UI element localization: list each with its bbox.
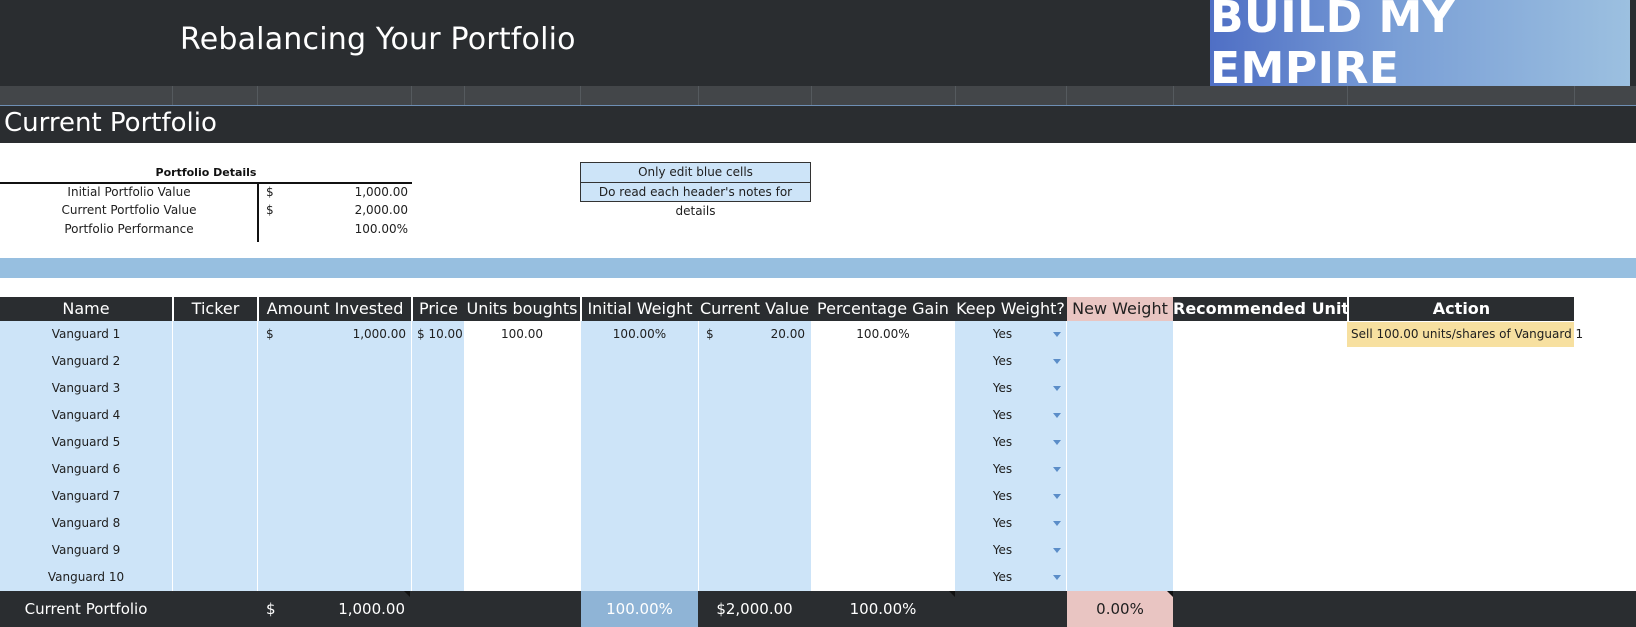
cell-initial-weight[interactable]: 100.00% (581, 321, 698, 348)
details-label: Portfolio Performance (64, 222, 194, 236)
keep-weight-dropdown[interactable]: Yes (955, 375, 1050, 402)
header-price[interactable]: Price (413, 297, 464, 321)
cell-name[interactable]: Vanguard 1 (0, 321, 172, 348)
header-initial-weight[interactable]: Initial Weight (582, 297, 698, 321)
dropdown-arrow-icon[interactable] (1053, 386, 1061, 391)
details-row[interactable]: Portfolio Performance 100.00% (0, 222, 412, 241)
header-recommended-units[interactable]: Recommended Units (1173, 297, 1347, 321)
cell-current-value-currency[interactable]: $ (706, 321, 714, 348)
details-currency: $ (266, 185, 274, 199)
details-value: 2,000.00 (354, 203, 408, 217)
total-percentage-gain: 100.00% (849, 600, 917, 618)
details-value: 1,000.00 (354, 185, 408, 199)
dropdown-arrow-icon[interactable] (1053, 494, 1061, 499)
editable-column-weight-value (581, 321, 811, 591)
editable-column-amount-price (258, 321, 464, 591)
header-new-weight[interactable]: New Weight (1067, 297, 1173, 321)
dropdown-arrow-icon[interactable] (1053, 575, 1061, 580)
keep-weight-dropdown[interactable]: Yes (955, 348, 1050, 375)
details-value: 100.00% (354, 222, 408, 236)
page-title: Rebalancing Your Portfolio (180, 22, 576, 57)
cell-amount-currency[interactable]: $ (266, 321, 274, 348)
instruction-line: Only edit blue cells (638, 165, 753, 179)
keep-weight-dropdown[interactable]: Yes (955, 510, 1050, 537)
instruction-line: Do read each header's notes for details (598, 185, 793, 218)
dropdown-arrow-icon[interactable] (1053, 521, 1061, 526)
cell-current-value[interactable]: 20.00 (720, 321, 805, 348)
cell-name[interactable]: Vanguard 3 (0, 375, 172, 402)
section-title: Current Portfolio (4, 108, 217, 138)
divider-strip (0, 258, 1636, 278)
cell-name[interactable]: Vanguard 4 (0, 402, 172, 429)
cell-percentage-gain[interactable]: 100.00% (811, 321, 955, 348)
keep-weight-dropdown[interactable]: Yes (955, 537, 1050, 564)
dropdown-arrow-icon[interactable] (1053, 548, 1061, 553)
keep-weight-dropdown[interactable]: Yes (955, 564, 1050, 591)
total-current-value: $2,000.00 (716, 600, 793, 618)
dropdown-arrow-icon[interactable] (1053, 467, 1061, 472)
cell-name[interactable]: Vanguard 10 (0, 564, 172, 591)
cell-name[interactable]: Vanguard 6 (0, 456, 172, 483)
header-percentage-gain[interactable]: Percentage Gain (811, 297, 955, 321)
cell-action[interactable]: Sell 100.00 units/shares of Vanguard 1 (1347, 322, 1583, 347)
total-amount-invested: 1,000.00 (338, 600, 405, 618)
header-units-bought[interactable]: Units boughts (464, 297, 580, 321)
dropdown-arrow-icon[interactable] (1053, 359, 1061, 364)
keep-weight-dropdown[interactable]: Yes (955, 456, 1050, 483)
dropdown-arrow-icon[interactable] (1053, 332, 1061, 337)
header-name[interactable]: Name (0, 297, 172, 321)
header-amount-invested[interactable]: Amount Invested (259, 297, 411, 321)
details-row[interactable]: Initial Portfolio Value $ 1,000.00 (0, 185, 412, 204)
cell-name[interactable]: Vanguard 2 (0, 348, 172, 375)
details-label: Current Portfolio Value (61, 203, 197, 217)
portfolio-details-table: Initial Portfolio Value $ 1,000.00 Curre… (0, 182, 412, 242)
total-new-weight: 0.00% (1096, 600, 1144, 618)
section-header-bar (0, 105, 1636, 143)
keep-weight-dropdown[interactable]: Yes (955, 483, 1050, 510)
details-label: Initial Portfolio Value (67, 185, 191, 199)
cell-name[interactable]: Vanguard 5 (0, 429, 172, 456)
cell-price[interactable]: $ 10.00 (417, 321, 463, 348)
details-currency: $ (266, 203, 274, 217)
header-current-value[interactable]: Current Value (698, 297, 811, 321)
dropdown-arrow-icon[interactable] (1053, 440, 1061, 445)
cell-name[interactable]: Vanguard 9 (0, 537, 172, 564)
keep-weight-dropdown[interactable]: Yes (955, 402, 1050, 429)
header-ticker[interactable]: Ticker (174, 297, 257, 321)
total-label: Current Portfolio (24, 600, 148, 618)
keep-weight-dropdown[interactable]: Yes (955, 321, 1050, 348)
details-row[interactable]: Current Portfolio Value $ 2,000.00 (0, 203, 412, 222)
total-amount-currency: $ (266, 600, 276, 618)
dropdown-arrow-icon[interactable] (1053, 413, 1061, 418)
spacer-row (0, 86, 1636, 105)
header-keep-weight[interactable]: Keep Weight? (955, 297, 1066, 321)
keep-weight-dropdown[interactable]: Yes (955, 429, 1050, 456)
cell-name[interactable]: Vanguard 8 (0, 510, 172, 537)
header-action[interactable]: Action (1349, 297, 1574, 321)
total-initial-weight: 100.00% (606, 600, 673, 618)
instructions-box[interactable]: Only edit blue cells Do read each header… (580, 162, 811, 218)
portfolio-details-title: Portfolio Details (155, 166, 257, 179)
brand-logo-text: BUILD MY EMPIRE (1210, 0, 1456, 94)
cell-amount-invested[interactable]: 1,000.00 (300, 321, 406, 348)
cell-name[interactable]: Vanguard 7 (0, 483, 172, 510)
brand-logo: BUILD MY EMPIRE (1210, 0, 1630, 94)
cell-units-bought[interactable]: 100.00 (464, 321, 580, 348)
